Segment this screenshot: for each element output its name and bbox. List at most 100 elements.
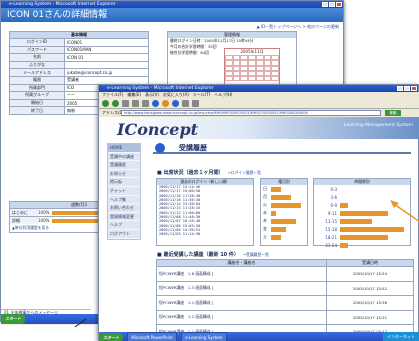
nav-item-contact[interactable]: お問い合わせ — [108, 204, 140, 213]
forward-arrow-icon[interactable] — [112, 99, 119, 107]
pen-mark-icon — [74, 318, 87, 328]
field-label: メールアドレス — [9, 68, 65, 77]
attendance-title-text: ■ 出席状況（過去１ヶ月間） — [157, 170, 224, 176]
favorites-icon[interactable] — [162, 99, 169, 107]
table-row[interactable]: 短PCWER講座 1-8 画面構成 ] 2005/10/17 15:54 — [156, 266, 414, 282]
field-label: 所属部門 — [9, 83, 65, 93]
print-icon[interactable] — [192, 99, 199, 107]
hour-label: 9-11 — [327, 210, 337, 216]
history-icon[interactable] — [172, 99, 179, 107]
address-input[interactable]: http://www.kanagawa-www.iconcept.co.jp/l… — [121, 110, 381, 116]
close-icon[interactable] — [336, 2, 342, 7]
lms-label: Learning Management System — [344, 123, 413, 128]
start-button[interactable]: スタート — [99, 333, 123, 341]
recent-courses-table: 講座名・講座名 受講日時 短PCWER講座 1-8 画面構成 ] 2005/10/1… — [156, 259, 414, 340]
start-button[interactable]: スタート — [1, 314, 25, 324]
weekday-label: 金 — [263, 226, 267, 231]
calendar-cell[interactable] — [232, 76, 241, 82]
calendar-grid — [225, 55, 279, 82]
back-arrow-icon[interactable] — [102, 99, 109, 107]
hour-label: 21-24 — [325, 242, 337, 248]
course-history-link[interactable]: →受講履歴一覧 — [243, 252, 269, 257]
calendar-cell[interactable] — [271, 76, 279, 82]
search-icon[interactable] — [152, 99, 159, 107]
course-name[interactable]: 短PCWER講座 1-1 画面構成 ] — [156, 295, 327, 311]
course-name[interactable]: 短PCWER講座 1-2 画面構成 ] — [156, 309, 327, 325]
hour-label: 15-18 — [325, 226, 337, 232]
course-date-header: 受講日時 — [326, 259, 414, 267]
weekday-label: 月 — [263, 194, 267, 199]
course-name[interactable]: 短PCWER講座 1-3 画面構成 ] — [156, 280, 327, 296]
field-label: 開始日 — [9, 98, 65, 108]
refresh-icon[interactable] — [132, 99, 139, 107]
calendar-cell[interactable] — [255, 76, 264, 82]
weekday-bar — [271, 202, 301, 208]
page-header: 受講履歴 — [153, 142, 411, 154]
progress-label: はじめに — [10, 209, 38, 216]
nav-item-courses[interactable]: 受講中の講座 — [108, 153, 140, 162]
close-icon[interactable] — [411, 86, 417, 91]
nav-item-history[interactable]: 受講履歴 — [108, 161, 140, 170]
field-label: ログインID — [9, 38, 65, 47]
course-date: 2005/10/17 15:54 — [326, 266, 414, 282]
callout-arrow-icon — [390, 200, 419, 222]
go-button[interactable]: 移動 — [385, 110, 401, 116]
field-value: 受講者 — [64, 75, 149, 85]
stop-icon[interactable] — [122, 99, 129, 107]
course-name-header: 講座名・講座名 — [156, 259, 327, 267]
maximize-icon[interactable] — [329, 2, 335, 7]
maximize-icon[interactable] — [404, 86, 410, 91]
hour-bar — [340, 218, 372, 224]
login-history-link[interactable]: →ログイン履歴一覧 — [227, 170, 261, 175]
taskbar-elearning[interactable]: e-Learning System — [181, 332, 227, 341]
nav-item-board[interactable]: 掲示板 — [108, 178, 140, 187]
weekday-bar — [271, 186, 281, 192]
hour-bar — [340, 210, 388, 216]
calendar-cell[interactable] — [248, 76, 256, 82]
hour-label: 3-6 — [330, 194, 337, 200]
weekday-label: 火 — [263, 202, 267, 207]
field-label: 権限 — [9, 75, 65, 85]
field-label: パスワード — [9, 45, 65, 55]
nav-item-help-collection[interactable]: ヘルプ集 — [108, 196, 140, 205]
calendar: 2005年11月 — [224, 48, 280, 86]
weekday-bar — [271, 210, 276, 216]
weekday-label: 土 — [263, 234, 267, 239]
field-value — [64, 60, 149, 70]
calendar-cell[interactable] — [240, 76, 249, 82]
home-icon[interactable] — [142, 99, 149, 107]
back-link[interactable]: ▲ ID一覧トップページへ > 他のページの更新 — [1, 22, 343, 31]
nav-item-home[interactable]: HOME — [108, 144, 140, 153]
table-row[interactable]: 短PCWER講座 1-2 画面構成 ] 2005/10/17 15:21 — [156, 309, 414, 325]
nav-item-chat[interactable]: チャット — [108, 187, 140, 196]
mail-icon[interactable] — [182, 99, 189, 107]
hour-bar — [340, 202, 348, 208]
nav-item-profile[interactable]: 登録情報変更 — [108, 213, 140, 222]
back-window-controls — [322, 2, 342, 7]
table-row[interactable]: 短PCWER講座 1-3 画面構成 ] 2005/10/17 15:52 — [156, 280, 414, 296]
course-date: 2005/10/17 15:52 — [326, 280, 414, 296]
weekday-chart: 曜日別 日月火水木金土 — [260, 178, 308, 246]
field-label: 名前 — [9, 53, 65, 62]
side-navigation: HOME 受講中の講座 受講履歴 お知らせ 掲示板 チャット ヘルプ集 お問い合… — [107, 143, 141, 240]
weekday-row: 水 — [261, 209, 307, 217]
weekday-row: 金 — [261, 225, 307, 233]
calendar-cell[interactable] — [263, 76, 272, 82]
recent-courses-section-title: ■ 最近受講した講座（最新 10 件） →受講履歴一覧 — [157, 251, 269, 258]
field-label: 終了日 — [9, 106, 65, 115]
minimize-icon[interactable] — [397, 86, 403, 91]
nav-item-help[interactable]: ヘルプ — [108, 221, 140, 230]
course-name[interactable]: 短PCWER講座 1-8 画面構成 ] — [156, 266, 327, 282]
weekday-bar — [271, 234, 281, 240]
calendar-cell[interactable] — [225, 76, 233, 82]
taskbar-powerpoint[interactable]: Microsoft PowerPoint — [127, 332, 177, 341]
hour-label: 6-9 — [330, 202, 337, 208]
progress-value: 100% — [38, 218, 50, 223]
user-detail-header: ICON 01さんの詳細情報 — [1, 8, 343, 22]
nav-item-logout[interactable]: ログアウト — [108, 230, 140, 239]
weekday-label: 水 — [263, 210, 267, 215]
minimize-icon[interactable] — [322, 2, 328, 7]
table-row[interactable]: 短PCWER講座 1-1 画面構成 ] 2005/10/17 15:36 — [156, 295, 414, 311]
nav-item-news[interactable]: お知らせ — [108, 170, 140, 179]
field-value: ICON01 — [64, 38, 149, 47]
